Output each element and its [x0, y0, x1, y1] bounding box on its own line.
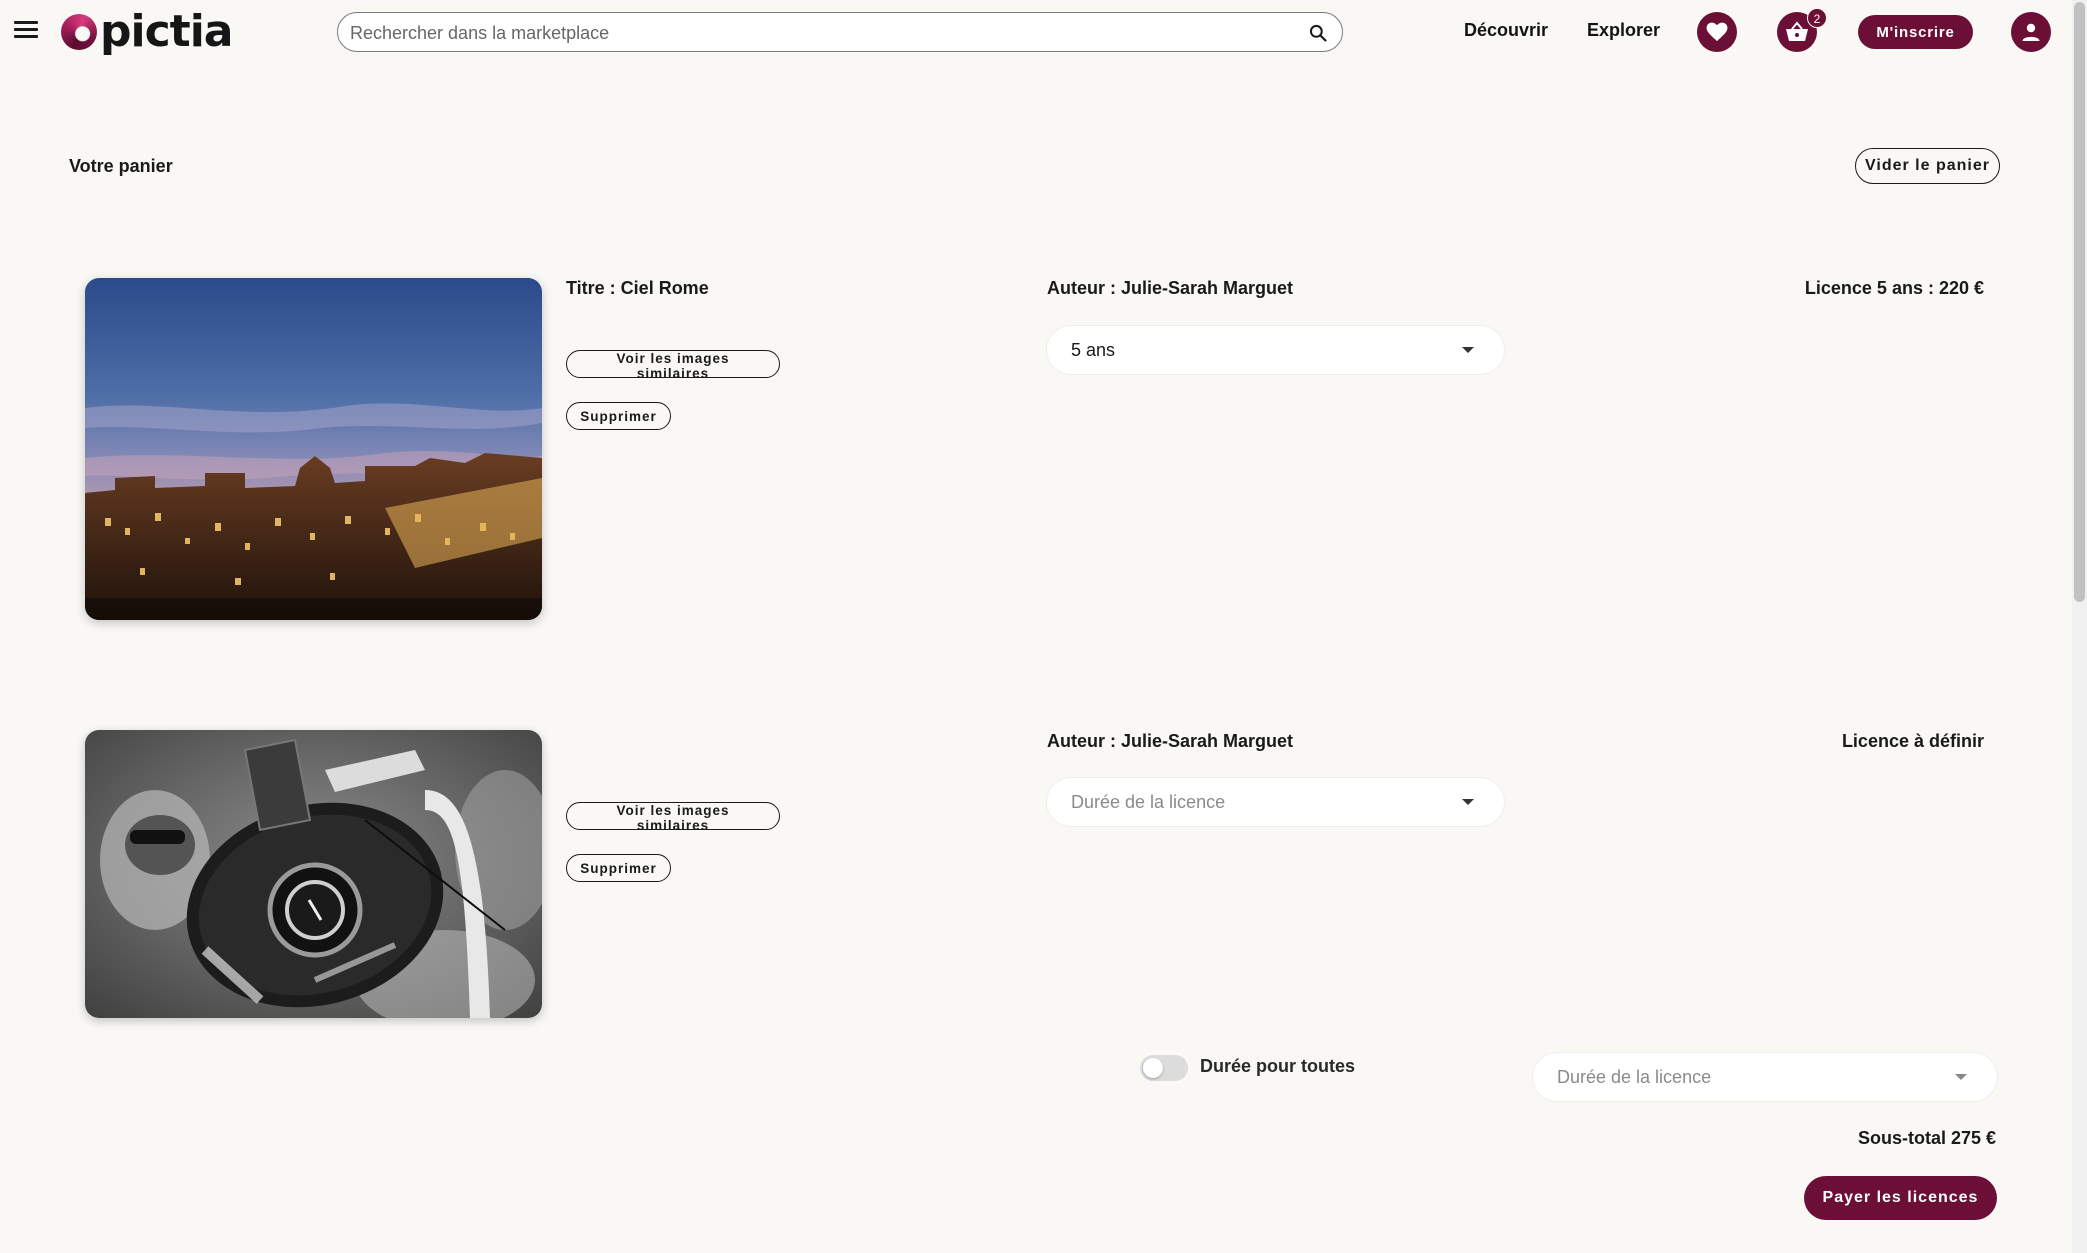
nav-explore-link[interactable]: Explorer [1587, 20, 1660, 41]
pay-licenses-button[interactable]: Payer les licences [1804, 1176, 1997, 1220]
logo[interactable]: pictia [61, 6, 233, 57]
hamburger-menu-icon[interactable] [14, 21, 38, 41]
logo-text: pictia [100, 6, 233, 57]
dropdown-caret-icon [1462, 347, 1474, 353]
subtotal: Sous-total 275 € [1857, 1128, 1996, 1148]
toggle-knob [1143, 1058, 1163, 1078]
license-summary: Licence à définir [1841, 731, 1984, 751]
cart-count-badge: 2 [1807, 8, 1827, 28]
cart-item-title: Titre : Ciel Rome [566, 278, 709, 298]
cart-item-image[interactable] [85, 278, 542, 620]
license-summary: Licence 5 ans : 220 € [1804, 278, 1984, 298]
heart-icon [1706, 22, 1728, 42]
select-placeholder: Durée de la licence [1071, 792, 1226, 812]
search-icon[interactable] [1308, 23, 1328, 43]
select-placeholder: Durée de la licence [1557, 1067, 1712, 1087]
search-input[interactable] [350, 21, 1290, 45]
select-value: 5 ans [1071, 340, 1116, 360]
helmet-photo [85, 730, 542, 1018]
similar-images-button[interactable]: Voir les images similaires [566, 802, 780, 833]
remove-item-button[interactable]: Supprimer [566, 402, 671, 430]
dropdown-caret-icon [1955, 1074, 1967, 1080]
cart-item-image[interactable] [85, 730, 542, 1018]
scrollbar-thumb[interactable] [2074, 2, 2085, 602]
license-duration-select[interactable]: 5 ans [1047, 326, 1504, 374]
apply-to-all-label: Durée pour toutes [1200, 1056, 1356, 1076]
similar-images-button[interactable]: Voir les images similaires [566, 350, 780, 381]
dropdown-caret-icon [1462, 799, 1474, 805]
user-icon [2022, 23, 2040, 41]
bulk-license-duration-select[interactable]: Durée de la licence [1533, 1053, 1997, 1101]
empty-cart-button[interactable]: Vider le panier [1855, 148, 2000, 184]
logo-mark-icon [61, 14, 97, 50]
cart-item-author: Auteur : Julie-Sarah Marguet [1047, 278, 1294, 298]
license-duration-select[interactable]: Durée de la licence [1047, 778, 1504, 826]
search-bar [337, 12, 1343, 52]
account-button[interactable] [2011, 12, 2051, 52]
basket-icon [1786, 21, 1808, 41]
page-title: Votre panier [69, 156, 173, 176]
favorites-button[interactable] [1697, 12, 1737, 52]
register-button[interactable]: M'inscrire [1858, 15, 1973, 49]
rome-sky-photo [85, 278, 542, 620]
apply-to-all-toggle[interactable] [1140, 1055, 1188, 1081]
cart-item-author: Auteur : Julie-Sarah Marguet [1047, 731, 1294, 751]
remove-item-button[interactable]: Supprimer [566, 854, 671, 882]
top-bar: pictia Découvrir Explorer 2 M'inscrire [0, 0, 2070, 64]
nav-discover-link[interactable]: Découvrir [1464, 20, 1548, 41]
